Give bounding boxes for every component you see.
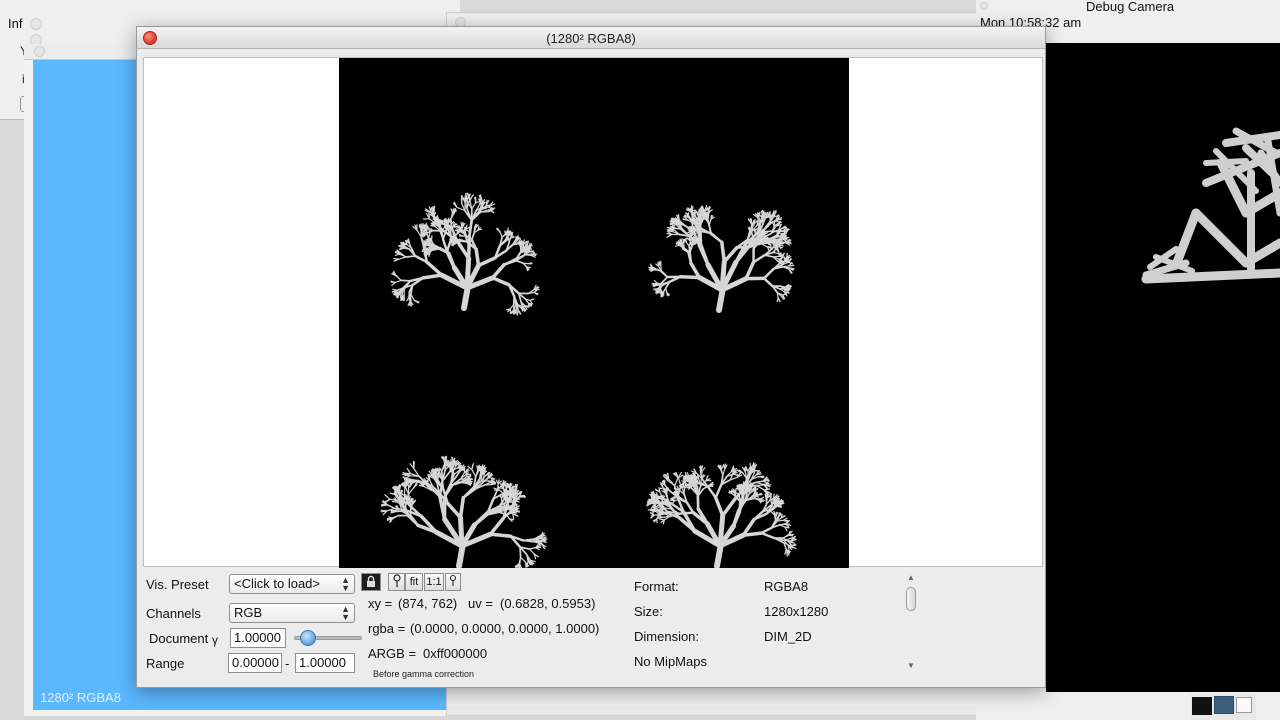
size-label: Size: (634, 604, 663, 619)
texture-viewport[interactable] (143, 57, 1043, 570)
window-title: (1280² RGBA8) (546, 31, 636, 46)
scroll-thumb[interactable] (906, 587, 916, 611)
range-min-input[interactable]: 0.00000 (228, 653, 282, 673)
format-value: RGBA8 (764, 579, 809, 594)
gamma-symbol: γ (212, 633, 218, 647)
control-panel: Vis. Preset <Click to load> ▲ ▼ fit 1:1 C… (137, 569, 1045, 687)
range-separator: - (285, 656, 290, 671)
uv-label: uv = (468, 596, 493, 611)
channels-select[interactable]: RGB ▲ ▼ (229, 603, 355, 623)
document-icon[interactable] (1236, 697, 1252, 713)
xy-label: xy = (368, 596, 393, 611)
gamma-input[interactable]: 1.00000 (230, 628, 286, 648)
xy-value: (874, 762) (398, 596, 458, 611)
lock-icon[interactable] (361, 573, 381, 591)
pin-glyph (392, 574, 401, 587)
pin-tool-icon[interactable] (388, 573, 405, 591)
texture-image[interactable] (339, 58, 849, 570)
select-arrows-icon: ▲ ▼ (341, 604, 350, 622)
tray-black-icon[interactable] (1192, 697, 1212, 715)
rgba-label: rgba = (368, 621, 406, 636)
select-arrows-icon: ▲ ▼ (341, 575, 350, 593)
texture-viewer-window: (1280² RGBA8) Vis. Preset <Click to load… (136, 26, 1046, 688)
gamma-slider-knob[interactable] (299, 630, 316, 646)
background-window-title: Inf (8, 16, 23, 31)
tree-canopy (648, 205, 795, 313)
window-button-icon (30, 18, 42, 30)
dimension-value: DIM_2D (764, 629, 812, 644)
vis-preset-value: <Click to load> (234, 576, 320, 591)
rgba-value: (0.0000, 0.0000, 0.0000, 1.0000) (410, 621, 600, 636)
channels-value: RGB (234, 605, 263, 620)
marker-glyph (449, 574, 457, 586)
system-tray (1190, 694, 1256, 720)
activity-monitor-icon[interactable] (1214, 696, 1234, 714)
tree-render-closeup (1141, 127, 1280, 284)
mipmaps-info: No MipMaps (634, 654, 707, 669)
background-texture-caption: 1280² RGBA8 (40, 690, 121, 705)
vis-preset-select[interactable]: <Click to load> ▲ ▼ (229, 574, 355, 594)
uv-value: (0.6828, 0.5953) (500, 596, 596, 611)
range-max-input[interactable]: 1.00000 (295, 653, 355, 673)
window-button-icon (980, 2, 988, 10)
one-to-one-button[interactable]: 1:1 (424, 573, 444, 591)
argb-value: 0xff000000 (423, 646, 488, 661)
window-button-icon (34, 46, 45, 57)
window-titlebar[interactable]: (1280² RGBA8) (137, 27, 1045, 49)
tree-canopy (390, 192, 540, 316)
debug-camera-view (1046, 43, 1280, 692)
lock-icon-glyph (367, 575, 375, 587)
tree-canopy (380, 455, 548, 570)
vis-preset-label: Vis. Preset (146, 577, 209, 592)
background-window-bottom (447, 707, 985, 715)
info-scrollbar[interactable]: ▲ ▼ (905, 573, 917, 673)
debug-camera-title: Debug Camera (1086, 0, 1175, 14)
range-label: Range (146, 656, 185, 671)
marker-tool-icon[interactable] (445, 573, 461, 591)
scroll-up-icon[interactable]: ▲ (907, 573, 915, 582)
scroll-down-icon[interactable]: ▼ (907, 661, 915, 670)
document-gamma-label: Document (149, 631, 209, 646)
argb-label: ARGB = (368, 646, 417, 661)
gamma-note: Before gamma correction (373, 669, 475, 679)
size-value: 1280x1280 (764, 604, 829, 619)
channels-label: Channels (146, 606, 201, 621)
fit-button[interactable]: fit (405, 573, 423, 591)
format-label: Format: (634, 579, 679, 594)
tree-render-image (380, 192, 797, 570)
dimension-label: Dimension: (634, 629, 700, 644)
tree-canopy (646, 462, 797, 569)
